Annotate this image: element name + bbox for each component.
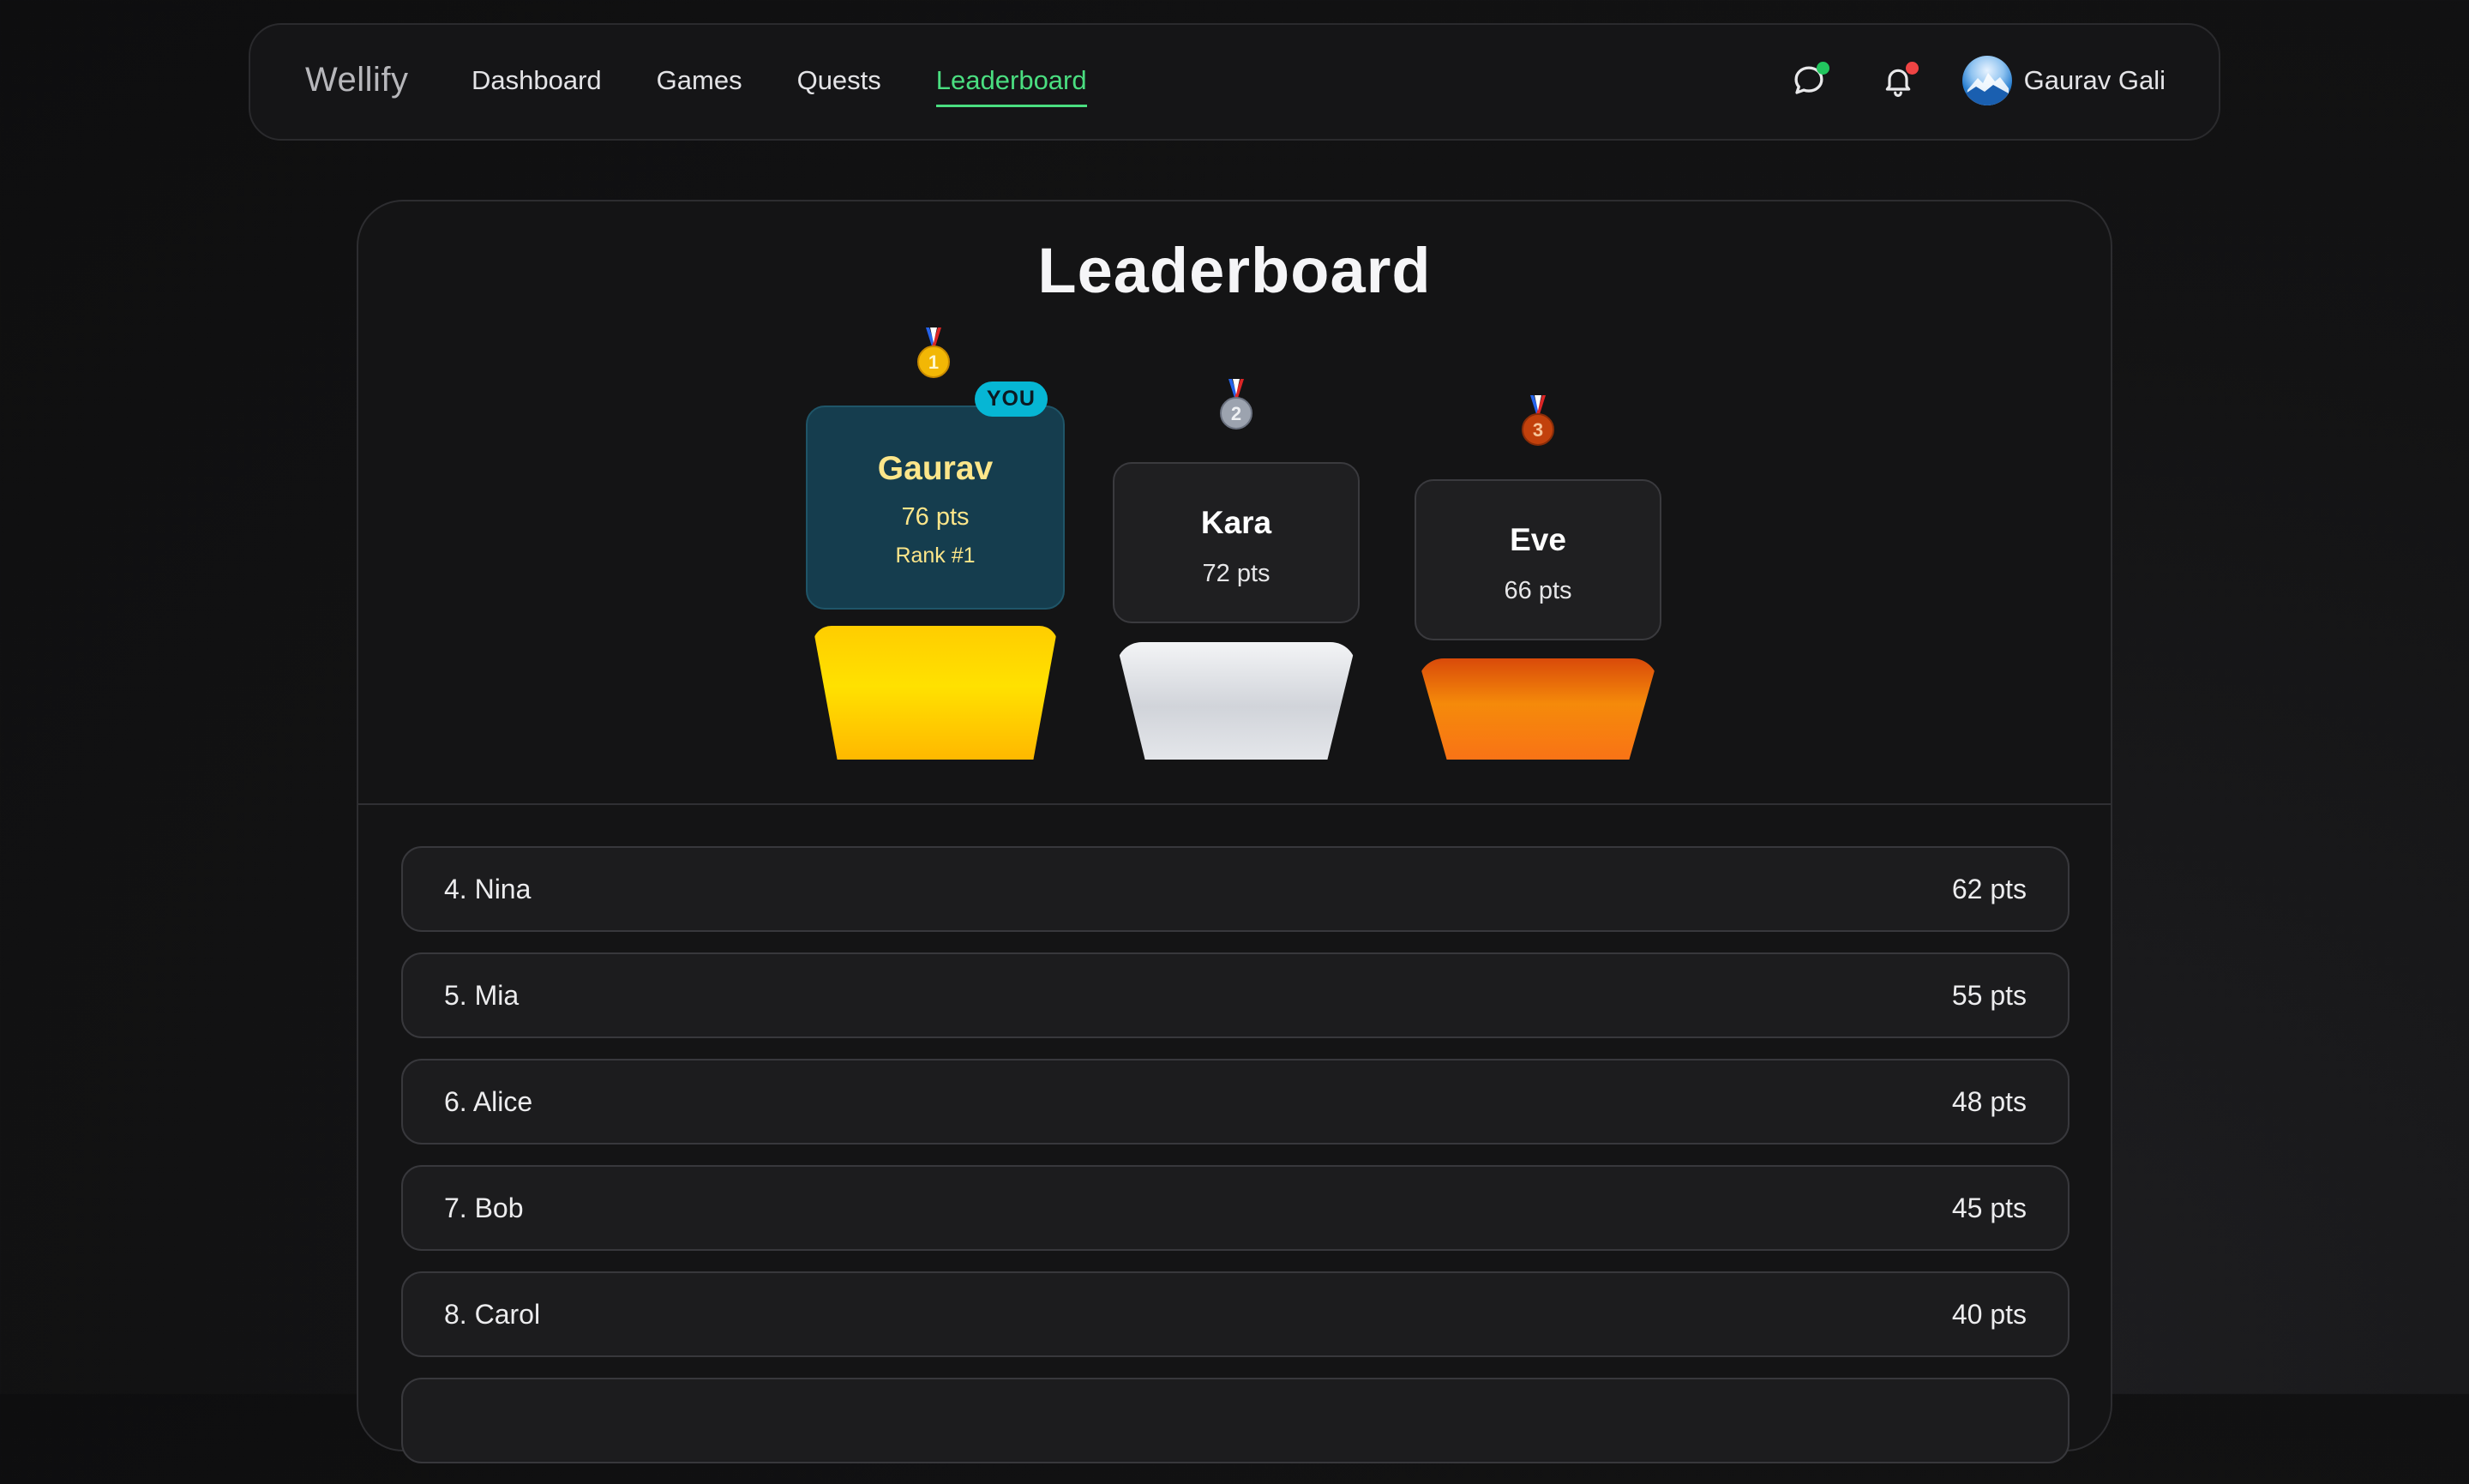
podium-bronze-pedestal: [1418, 658, 1658, 760]
list-item[interactable]: 8. Carol 40 pts: [401, 1271, 2070, 1357]
notification-unread-dot: [1905, 62, 1919, 75]
nav-actions: Gaurav Gali: [1784, 56, 2166, 105]
podium-card-second[interactable]: Kara 72 pts: [1113, 462, 1360, 623]
podium-points-first: 76 pts: [901, 503, 970, 531]
list-item[interactable]: [401, 1378, 2070, 1463]
list-item[interactable]: 4. Nina 62 pts: [401, 846, 2070, 932]
chat-button[interactable]: [1784, 56, 1834, 105]
page-title: Leaderboard: [1037, 235, 1432, 306]
list-item[interactable]: 7. Bob 45 pts: [401, 1165, 2070, 1251]
top-navbar: Wellify Dashboard Games Quests Leaderboa…: [249, 23, 2220, 141]
list-item-points: 55 pts: [1951, 979, 2027, 1011]
nav-link-dashboard[interactable]: Dashboard: [472, 65, 602, 107]
silver-medal-icon: 2: [1220, 379, 1253, 430]
podium-rank-first: Rank #1: [895, 544, 976, 568]
bronze-medal-icon: 3: [1522, 395, 1554, 446]
avatar-image: [1965, 73, 2009, 105]
podium-name-first: Gaurav: [877, 450, 994, 487]
list-item-name: 8. Carol: [444, 1298, 541, 1330]
list-item-name: 6. Alice: [444, 1085, 533, 1117]
gold-medal-number: 1: [928, 351, 939, 373]
list-item[interactable]: 5. Mia 55 pts: [401, 952, 2070, 1038]
nav-links: Dashboard Games Quests Leaderboard: [472, 65, 1087, 107]
gold-medal-icon: 1: [917, 327, 950, 378]
notifications-button[interactable]: [1873, 56, 1923, 105]
podium-silver-pedestal: [1116, 642, 1356, 760]
avatar[interactable]: [1961, 56, 2012, 105]
you-badge: YOU: [974, 382, 1048, 417]
list-item[interactable]: 6. Alice 48 pts: [401, 1059, 2070, 1145]
leaderboard-list: 4. Nina 62 pts 5. Mia 55 pts 6. Alice 48…: [401, 846, 2070, 1484]
podium-card-third[interactable]: Eve 66 pts: [1415, 479, 1661, 640]
section-divider: [358, 803, 2111, 805]
silver-medal-number: 2: [1231, 403, 1241, 424]
list-item-name: 5. Mia: [444, 979, 520, 1011]
nav-link-quests[interactable]: Quests: [797, 65, 881, 107]
nav-link-games[interactable]: Games: [657, 65, 742, 107]
nav-link-leaderboard[interactable]: Leaderboard: [935, 65, 1087, 107]
brand-logo[interactable]: Wellify: [305, 61, 409, 99]
podium-name-third: Eve: [1510, 522, 1566, 557]
list-item-name: 7. Bob: [444, 1192, 524, 1223]
bronze-medal-number: 3: [1533, 419, 1543, 441]
list-item-points: 45 pts: [1951, 1192, 2027, 1223]
leaderboard-card: Leaderboard 1 YOU Gaurav 76 pts Rank #1 …: [357, 200, 2112, 1463]
list-item-points: 62 pts: [1951, 873, 2027, 904]
podium-card-first[interactable]: YOU Gaurav 76 pts Rank #1: [806, 382, 1065, 610]
list-item-name: 4. Nina: [444, 873, 532, 904]
podium-name-second: Kara: [1200, 505, 1272, 540]
podium-points-second: 72 pts: [1202, 560, 1271, 587]
list-item-points: 48 pts: [1951, 1085, 2027, 1117]
list-item-points: 40 pts: [1951, 1298, 2027, 1330]
user-name[interactable]: Gaurav Gali: [2024, 65, 2166, 96]
podium-gold-pedestal: [813, 626, 1058, 760]
podium-points-third: 66 pts: [1504, 577, 1572, 604]
chat-unread-dot: [1816, 62, 1829, 75]
